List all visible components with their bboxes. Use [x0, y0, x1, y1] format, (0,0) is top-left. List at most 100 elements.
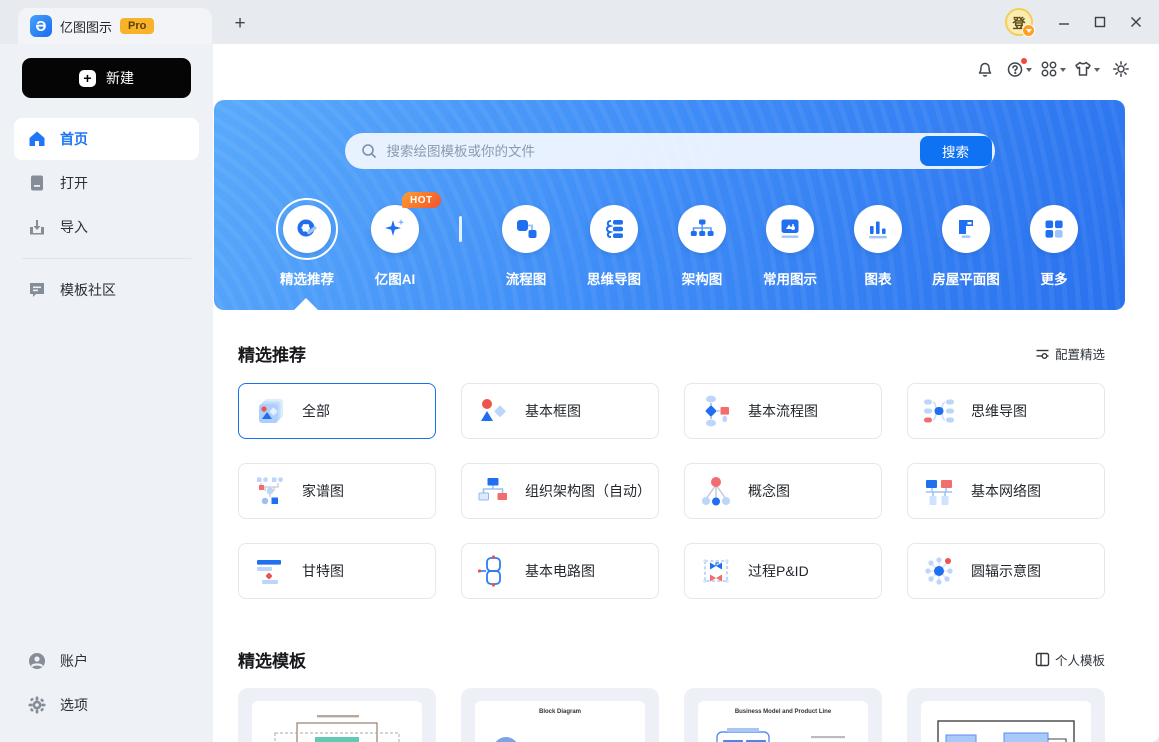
titlebar: Ə 亿图图示 Pro + 登	[0, 0, 1159, 44]
category-edraw-ai[interactable]: HOT 亿图AI	[371, 192, 441, 288]
search-bar[interactable]: 搜索	[344, 133, 995, 169]
sidebar-item-import[interactable]: 导入	[14, 206, 199, 248]
minimize-button[interactable]	[1049, 7, 1079, 37]
close-button[interactable]	[1121, 7, 1151, 37]
category-charts[interactable]: 图表	[854, 205, 902, 288]
template-diagram	[937, 720, 1075, 742]
template-title: Block Diagram	[538, 709, 581, 715]
sidebar-item-label: 模板社区	[60, 282, 116, 298]
card-concept-map[interactable]: 概念图	[684, 463, 882, 519]
basic-network-icon	[926, 480, 952, 505]
card-basic-diagram[interactable]: 基本框图	[461, 383, 659, 439]
configure-icon	[1036, 349, 1049, 359]
category-floor-plan[interactable]: 房屋平面图	[932, 205, 1000, 288]
category-label: 房屋平面图	[932, 272, 1000, 287]
gantt-icon	[257, 560, 281, 584]
app-tab[interactable]: Ə 亿图图示 Pro	[18, 8, 212, 44]
category-label: 流程图	[505, 272, 547, 287]
template-preview: Block Diagram	[475, 701, 645, 742]
template-diagram	[274, 715, 400, 742]
sidebar-item-template-community[interactable]: 模板社区	[14, 269, 199, 311]
personal-templates-label: 个人模板	[1054, 654, 1105, 668]
featured-badge-icon	[297, 219, 317, 237]
featured-title: 精选推荐	[238, 346, 306, 365]
orgchart-auto-icon	[478, 478, 507, 501]
flowchart-icon	[517, 220, 537, 238]
more-grid-icon	[1045, 220, 1063, 238]
user-avatar[interactable]: 登	[1005, 8, 1035, 37]
category-label: 亿图AI	[374, 272, 416, 287]
vip-badge-icon	[1022, 24, 1035, 37]
sidebar: + 新建 首页 打开 导入 模板社区 账户 选项	[0, 44, 213, 742]
card-all[interactable]: 全部	[238, 383, 436, 439]
create-new-label: 新建	[106, 70, 134, 86]
card-gantt[interactable]: 甘特图	[238, 543, 436, 599]
sidebar-item-options[interactable]: 选项	[14, 684, 199, 726]
ai-sparkle-icon	[385, 219, 405, 236]
card-family-tree[interactable]: 家谱图	[238, 463, 436, 519]
panel-layout-icon	[1035, 652, 1050, 667]
hot-badge: HOT	[402, 192, 441, 208]
radial-diagram-icon	[925, 557, 953, 585]
apps-grid-icon	[1041, 61, 1057, 77]
chevron-down-icon	[1026, 67, 1032, 75]
sidebar-item-home[interactable]: 首页	[14, 118, 199, 160]
close-icon	[1131, 17, 1141, 27]
shirt-icon	[1075, 61, 1091, 76]
card-label: 甘特图	[302, 563, 344, 579]
process-pid-icon	[703, 559, 729, 583]
family-tree-icon	[257, 477, 283, 505]
notification-button[interactable]	[971, 54, 999, 84]
theme-button[interactable]	[1073, 54, 1101, 84]
create-new-button[interactable]: + 新建	[22, 58, 191, 98]
card-label: 基本流程图	[748, 403, 818, 419]
category-architecture[interactable]: 架构图	[678, 205, 726, 288]
floor-plan-icon	[959, 220, 973, 238]
category-label: 常用图示	[763, 272, 817, 287]
new-tab-button[interactable]: +	[228, 12, 252, 36]
card-process-pid[interactable]: 过程P&ID	[684, 543, 882, 599]
configure-featured-label: 配置精选	[1054, 348, 1105, 362]
configure-featured-link[interactable]: 配置精选	[1035, 344, 1105, 363]
template-title: Business Model and Product Line	[734, 709, 832, 715]
sidebar-item-account[interactable]: 账户	[14, 640, 199, 682]
help-button[interactable]	[1005, 54, 1033, 84]
selected-category-notch	[294, 298, 318, 310]
category-mindmap[interactable]: 思维导图	[587, 205, 641, 288]
sidebar-item-label: 导入	[60, 219, 88, 235]
template-thumbnail[interactable]	[238, 688, 436, 742]
bell-icon	[978, 62, 992, 77]
common-diagrams-icon	[781, 219, 799, 238]
settings-button[interactable]	[1107, 54, 1135, 84]
orgchart-icon	[690, 219, 714, 236]
category-flowchart[interactable]: 流程图	[502, 205, 550, 288]
app-title: 亿图图示	[60, 19, 113, 35]
concept-map-icon	[702, 477, 730, 506]
minimize-icon	[1059, 23, 1069, 25]
card-basic-flowchart[interactable]: 基本流程图	[684, 383, 882, 439]
maximize-icon	[1094, 16, 1106, 28]
template-thumbnail[interactable]	[907, 688, 1105, 742]
mindmap-icon	[606, 220, 623, 238]
gear-icon	[1113, 61, 1129, 77]
card-radial-diagram[interactable]: 圆辐示意图	[907, 543, 1105, 599]
community-icon	[30, 283, 44, 297]
card-label: 家谱图	[302, 483, 344, 499]
template-diagram	[495, 737, 517, 742]
search-button[interactable]: 搜索	[919, 136, 992, 166]
apps-button[interactable]	[1039, 54, 1067, 84]
card-basic-network[interactable]: 基本网络图	[907, 463, 1105, 519]
sidebar-item-open[interactable]: 打开	[14, 162, 199, 204]
card-mindmap[interactable]: 思维导图	[907, 383, 1105, 439]
category-featured[interactable]: 精选推荐	[276, 198, 338, 288]
maximize-button[interactable]	[1085, 7, 1115, 37]
personal-templates-link[interactable]: 个人模板	[1035, 650, 1105, 669]
search-input[interactable]	[376, 143, 920, 159]
category-label: 思维导图	[587, 272, 641, 287]
card-orgchart-auto[interactable]: 组织架构图（自动）	[461, 463, 659, 519]
category-common-diagrams[interactable]: 常用图示	[763, 205, 817, 288]
card-basic-circuit[interactable]: 基本电路图	[461, 543, 659, 599]
template-thumbnail[interactable]: Block Diagram	[461, 688, 659, 742]
template-thumbnail[interactable]: Business Model and Product Line ✈ ✈	[684, 688, 882, 742]
category-more[interactable]: 更多	[1030, 205, 1078, 288]
